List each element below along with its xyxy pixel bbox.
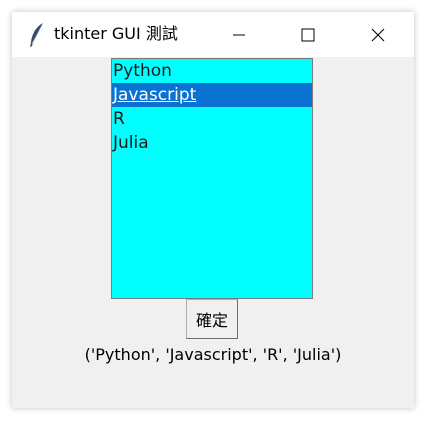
list-item-r[interactable]: R	[112, 107, 312, 131]
list-item-label: R	[113, 109, 125, 129]
window-title: tkinter GUI 測試	[54, 24, 178, 43]
maximize-button[interactable]	[285, 12, 331, 57]
feather-icon	[28, 22, 46, 48]
list-item-label: Python	[113, 61, 172, 81]
list-item-python[interactable]: Python	[112, 59, 312, 83]
close-button[interactable]	[355, 12, 401, 57]
list-item-label: Javascript	[113, 85, 197, 105]
close-icon	[371, 28, 385, 41]
minimize-button[interactable]	[216, 12, 262, 57]
result-label: ('Python', 'Javascript', 'R', 'Julia')	[84, 345, 342, 364]
maximize-icon	[301, 28, 315, 41]
list-item-javascript[interactable]: Javascript	[112, 83, 312, 107]
title-bar[interactable]: tkinter GUI 測試	[12, 12, 414, 57]
app-window: tkinter GUI 測試 Python Javascript R Julia…	[12, 12, 414, 408]
list-item-julia[interactable]: Julia	[112, 131, 312, 155]
language-listbox[interactable]: Python Javascript R Julia	[111, 58, 313, 299]
confirm-button[interactable]: 確定	[186, 299, 238, 339]
minimize-icon	[233, 34, 245, 35]
list-item-label: Julia	[113, 133, 149, 153]
